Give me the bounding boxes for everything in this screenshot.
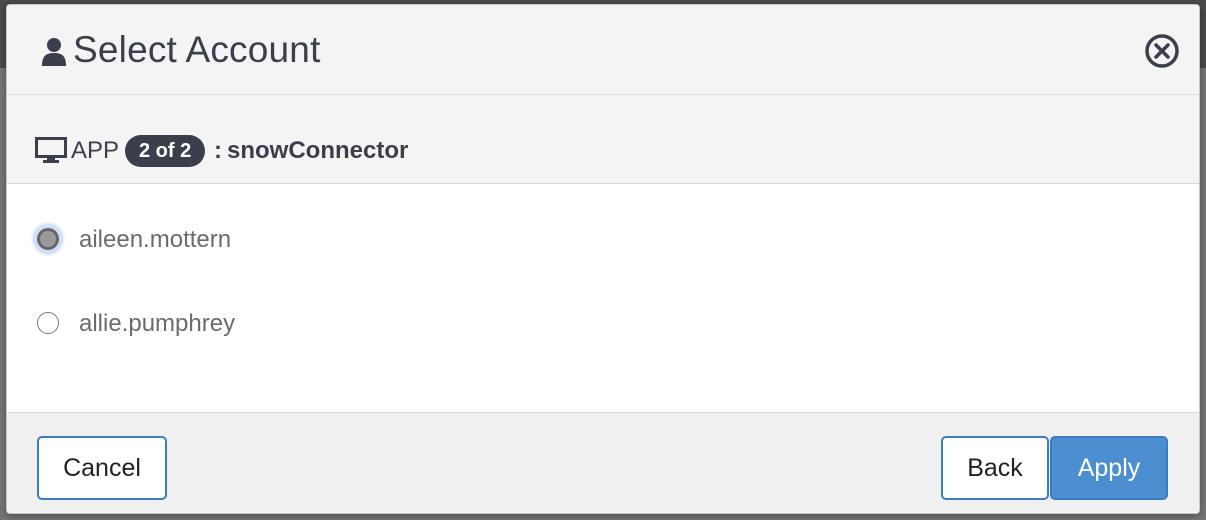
- account-option-aileen[interactable]: aileen.mottern: [35, 220, 435, 260]
- app-label: APP: [71, 137, 120, 164]
- monitor-icon: [35, 137, 67, 163]
- account-label[interactable]: allie.pumphrey: [79, 310, 235, 338]
- dialog-footer: Cancel Back Apply: [7, 412, 1199, 513]
- dialog-title: Select Account: [73, 29, 321, 70]
- dialog-header: Select Account: [7, 5, 1199, 95]
- account-radio[interactable]: [37, 312, 59, 334]
- apply-button[interactable]: Apply: [1050, 436, 1168, 500]
- app-separator: :: [214, 137, 222, 164]
- close-icon[interactable]: [1144, 33, 1180, 69]
- back-button[interactable]: Back: [941, 436, 1049, 500]
- account-radio[interactable]: [37, 228, 59, 250]
- app-name: snowConnector: [227, 137, 409, 164]
- app-count-badge: 2 of 2: [125, 135, 206, 167]
- account-list: aileen.mottern allie.pumphrey: [7, 184, 1199, 412]
- select-account-dialog: Select Account APP 2 of 2 : snowConnecto…: [6, 4, 1200, 514]
- user-icon: [42, 38, 66, 66]
- account-label[interactable]: aileen.mottern: [79, 226, 231, 254]
- account-option-allie[interactable]: allie.pumphrey: [35, 304, 435, 344]
- app-row: APP 2 of 2 : snowConnector: [7, 95, 1199, 184]
- cancel-button[interactable]: Cancel: [37, 436, 167, 500]
